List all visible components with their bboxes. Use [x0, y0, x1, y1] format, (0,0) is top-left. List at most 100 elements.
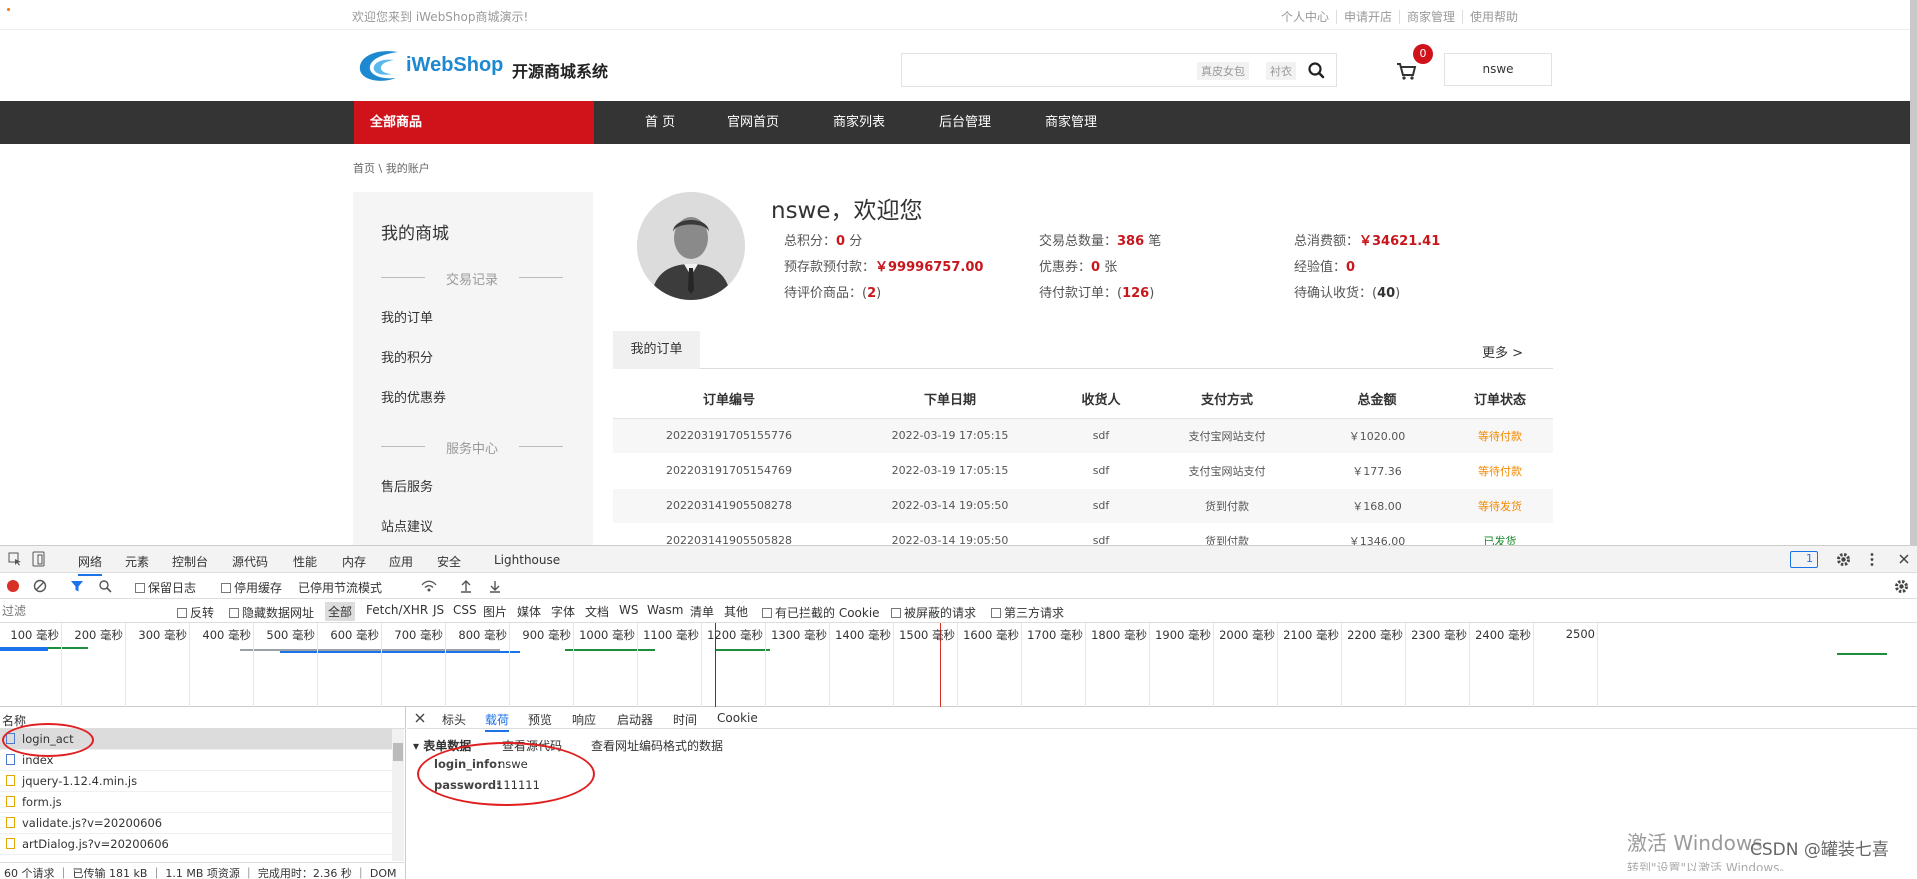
type-filter-ws[interactable]: WS — [619, 603, 638, 617]
type-filter-font[interactable]: 字体 — [551, 603, 575, 620]
tab-timing[interactable]: 时间 — [673, 711, 697, 728]
import-har-icon[interactable] — [460, 579, 472, 593]
network-settings-gear-icon[interactable] — [1894, 579, 1909, 594]
third-party-checkbox[interactable]: 第三方请求 — [991, 604, 1064, 621]
request-row[interactable]: artDialog.js?v=20200606 — [0, 834, 392, 855]
stat-to-pay[interactable]: 待付款订单：(126) — [1039, 282, 1154, 301]
site-logo[interactable]: iWebShop 开源商城系统 — [354, 46, 614, 86]
more-orders-link[interactable]: 更多 > — [1482, 342, 1523, 361]
devtools-tab-sources[interactable]: 源代码 — [232, 553, 268, 570]
link-personal-center[interactable]: 个人中心 — [1273, 10, 1337, 24]
close-detail-icon[interactable] — [415, 713, 425, 723]
search-input[interactable] — [908, 60, 1188, 80]
stat-to-review[interactable]: 待评价商品：(2) — [784, 282, 881, 301]
type-filter-wasm[interactable]: Wasm — [647, 603, 683, 617]
link-apply-store[interactable]: 申请开店 — [1336, 10, 1400, 24]
request-row[interactable]: jquery-1.12.4.min.js — [0, 771, 392, 792]
devtools-tab-performance[interactable]: 性能 — [293, 553, 317, 570]
request-list-scrollbar[interactable] — [392, 729, 404, 861]
breadcrumb[interactable]: 首页 \ 我的账户 — [353, 160, 430, 176]
devtools-tab-console[interactable]: 控制台 — [172, 553, 208, 570]
tab-payload[interactable]: 载荷 — [485, 711, 510, 732]
preserve-log-checkbox[interactable]: 保留日志 — [135, 579, 196, 596]
devtools-tab-application[interactable]: 应用 — [389, 553, 413, 570]
request-detail: 标头 载荷 预览 响应 启动器 时间 Cookie ▾ 表单数据 查看源代码 查… — [407, 707, 1917, 879]
export-har-icon[interactable] — [489, 579, 501, 593]
inspect-icon[interactable] — [8, 552, 22, 566]
hide-data-urls-checkbox[interactable]: 隐藏数据网址 — [229, 604, 314, 621]
nav-item-admin[interactable]: 后台管理 — [939, 101, 991, 144]
settings-gear-icon[interactable] — [1836, 552, 1851, 567]
request-row[interactable]: validate.js?v=20200606 — [0, 813, 392, 834]
sidebar-item-after-sales[interactable]: 售后服务 — [381, 476, 433, 495]
type-filter-js[interactable]: JS — [433, 603, 444, 617]
type-filter-manifest[interactable]: 清单 — [690, 603, 714, 620]
clear-icon[interactable] — [33, 579, 47, 593]
type-filter-media[interactable]: 媒体 — [517, 603, 541, 620]
tab-my-orders[interactable]: 我的订单 — [613, 331, 700, 369]
timeline-gridline — [445, 623, 446, 707]
issues-badge[interactable]: 1 — [1790, 551, 1818, 568]
nav-item-seller-list[interactable]: 商家列表 — [833, 101, 885, 144]
devtools-tab-memory[interactable]: 内存 — [342, 553, 366, 570]
close-icon[interactable] — [1898, 553, 1910, 565]
nav-item-official-site[interactable]: 官网首页 — [727, 101, 779, 144]
tab-response[interactable]: 响应 — [572, 711, 596, 728]
waterfall-bar — [0, 647, 48, 651]
more-vertical-icon[interactable] — [1869, 552, 1875, 567]
filter-icon[interactable] — [70, 579, 84, 593]
devtools-tab-lighthouse[interactable]: Lighthouse — [494, 553, 560, 567]
tab-preview[interactable]: 预览 — [528, 711, 552, 728]
disable-cache-checkbox[interactable]: 停用缓存 — [221, 579, 282, 596]
request-row[interactable]: form.js — [0, 792, 392, 813]
type-filter-other[interactable]: 其他 — [724, 603, 748, 620]
payment-method: 支付宝网站支付 — [1147, 453, 1307, 489]
type-filter-all[interactable]: 全部 — [325, 602, 356, 621]
stat-to-receive[interactable]: 待确认收货：(40) — [1294, 282, 1400, 301]
throttle-select[interactable]: 已停用节流模式 — [298, 579, 382, 596]
order-no[interactable]: 202203191705154769 — [613, 453, 845, 489]
sidebar-item-coupons[interactable]: 我的优惠券 — [381, 387, 446, 406]
nav-item-seller-admin[interactable]: 商家管理 — [1045, 101, 1097, 144]
nav-item-home[interactable]: 首 页 — [645, 101, 675, 144]
avatar[interactable] — [637, 192, 745, 300]
link-seller-admin[interactable]: 商家管理 — [1399, 10, 1463, 24]
view-url-encoded-link[interactable]: 查看网址编码格式的数据 — [591, 737, 723, 754]
cart-button[interactable]: 0 — [1389, 44, 1433, 86]
tab-initiator[interactable]: 启动器 — [617, 711, 653, 728]
devtools-tab-security[interactable]: 安全 — [437, 553, 461, 570]
sidebar-item-points[interactable]: 我的积分 — [381, 347, 433, 366]
invert-checkbox[interactable]: 反转 — [177, 604, 214, 621]
type-filter-doc[interactable]: 文档 — [585, 603, 609, 620]
network-conditions-icon[interactable] — [421, 579, 437, 593]
blocked-requests-checkbox[interactable]: 被屏蔽的请求 — [891, 604, 976, 621]
order-no[interactable]: 202203141905508278 — [613, 488, 845, 524]
timeline-gridline — [1533, 623, 1534, 707]
search-icon[interactable] — [98, 579, 112, 593]
search-tag[interactable]: 衬衣 — [1266, 62, 1296, 80]
blocked-cookies-checkbox[interactable]: 有已拦截的 Cookie — [762, 604, 880, 621]
page-scrollbar[interactable] — [1910, 0, 1917, 545]
network-timeline[interactable]: 100 毫秒 200 毫秒 300 毫秒 400 毫秒 500 毫秒 600 毫秒 700 … — [0, 623, 1917, 707]
sidebar-item-orders[interactable]: 我的订单 — [381, 307, 433, 326]
filter-input[interactable] — [2, 602, 162, 620]
tab-cookies[interactable]: Cookie — [717, 711, 758, 725]
sidebar-item-suggestions[interactable]: 站点建议 — [381, 516, 433, 535]
table-row[interactable]: 202203191705154769 2022-03-19 17:05:15 sdf… — [613, 453, 1553, 489]
timeline-tick-label: 700 毫秒 — [394, 628, 443, 642]
type-filter-css[interactable]: CSS — [453, 603, 477, 617]
device-toolbar-icon[interactable] — [32, 551, 46, 567]
all-categories-button[interactable]: 全部商品 — [354, 101, 594, 144]
type-filter-fetch-xhr[interactable]: Fetch/XHR — [366, 603, 428, 617]
devtools-tab-elements[interactable]: 元素 — [125, 553, 149, 570]
search-tag[interactable]: 真皮女包 — [1197, 62, 1249, 80]
order-no[interactable]: 202203191705155776 — [613, 418, 845, 454]
user-menu[interactable]: nswe — [1444, 53, 1552, 86]
record-icon[interactable] — [7, 580, 19, 592]
search-button[interactable] — [1296, 54, 1336, 86]
type-filter-img[interactable]: 图片 — [483, 603, 507, 620]
table-row[interactable]: 202203141905508278 2022-03-14 19:05:50 sdf… — [613, 488, 1553, 524]
tab-headers[interactable]: 标头 — [442, 711, 466, 728]
table-row[interactable]: 202203191705155776 2022-03-19 17:05:15 sdf… — [613, 418, 1553, 454]
link-help[interactable]: 使用帮助 — [1463, 10, 1525, 24]
